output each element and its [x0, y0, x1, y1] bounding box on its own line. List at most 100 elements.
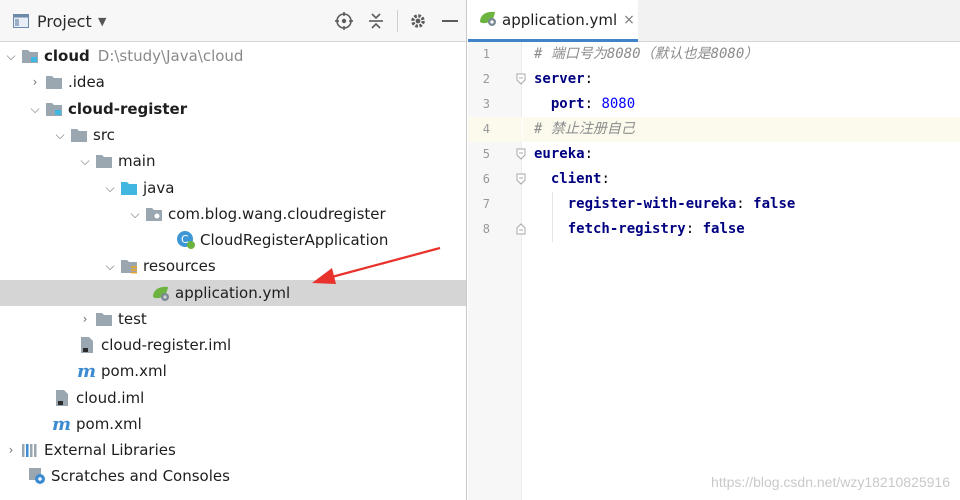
tree-item-path-hint: D:\study\Java\cloud — [97, 47, 244, 65]
libraries-icon — [20, 437, 40, 463]
yaml-number: 8080 — [601, 96, 636, 112]
line-number: 7 — [482, 197, 490, 211]
project-tool-window: Project ▼ ⌵ cloud D:\study\Java\cloud › … — [0, 0, 467, 500]
chevron-right-icon[interactable]: › — [76, 306, 94, 332]
chevron-down-icon[interactable]: ⌵ — [26, 96, 44, 122]
tree-item-label: pom.xml — [101, 362, 167, 380]
line-number: 1 — [482, 47, 490, 61]
tree-item-cloud-iml[interactable]: cloud.iml — [0, 385, 466, 411]
iml-file-icon — [52, 385, 72, 411]
line-number: 3 — [482, 97, 490, 111]
tree-item-label: main — [118, 152, 156, 170]
tree-item-label: External Libraries — [44, 441, 176, 459]
tree-item-external-libraries[interactable]: › External Libraries — [0, 437, 466, 463]
tree-item-label: application.yml — [175, 284, 291, 302]
code-line-7[interactable]: register-with-eureka: false — [523, 192, 960, 217]
tree-item-label: src — [93, 126, 115, 144]
yaml-boolean: false — [702, 221, 745, 237]
line-number: 4 — [482, 122, 490, 136]
yaml-colon: : — [736, 196, 754, 212]
code-line-4[interactable]: # 禁止注册自己 — [523, 117, 960, 142]
code-line-3[interactable]: port: 8080 — [523, 92, 960, 117]
tree-item-idea[interactable]: › .idea — [0, 69, 466, 95]
tree-item-cloud-register-iml[interactable]: cloud-register.iml — [0, 332, 466, 358]
tab-label: application.yml — [502, 10, 618, 29]
chevron-down-icon[interactable]: ⌵ — [126, 201, 144, 227]
indent-guide — [552, 192, 553, 217]
maven-icon: m — [52, 411, 72, 437]
project-window-icon — [13, 0, 29, 42]
watermark: https://blog.csdn.net/wzy18210825916 — [711, 474, 950, 490]
tree-item-pom-xml-root[interactable]: m pom.xml — [0, 411, 466, 437]
scratches-icon — [27, 463, 47, 489]
yaml-key: register-with-eureka — [567, 196, 737, 212]
chevron-down-icon[interactable]: ⌵ — [51, 122, 69, 148]
tree-item-java[interactable]: ⌵ java — [0, 175, 466, 201]
code-line-8[interactable]: fetch-registry: false — [523, 217, 960, 242]
minimize-icon[interactable] — [438, 0, 462, 42]
target-icon[interactable] — [332, 0, 356, 42]
yaml-comment: # 端口号为8080（默认也是8080） — [534, 46, 759, 62]
resources-folder-icon — [119, 253, 139, 279]
package-icon — [144, 201, 164, 227]
yaml-colon: : — [601, 171, 610, 187]
code-line-6[interactable]: client: — [523, 167, 960, 192]
maven-icon: m — [77, 358, 97, 384]
folder-icon — [44, 69, 64, 95]
code-line-5[interactable]: eureka: — [523, 142, 960, 167]
tree-item-package[interactable]: ⌵ com.blog.wang.cloudregister — [0, 201, 466, 227]
chevron-down-icon[interactable]: ⌵ — [101, 175, 119, 201]
project-view-selector[interactable]: Project — [37, 0, 92, 42]
code-line-1[interactable]: # 端口号为8080（默认也是8080） — [523, 42, 960, 67]
tree-item-src[interactable]: ⌵ src — [0, 122, 466, 148]
chevron-down-icon[interactable]: ⌵ — [2, 43, 20, 69]
folder-icon — [94, 148, 114, 174]
tree-item-main[interactable]: ⌵ main — [0, 148, 466, 174]
chevron-down-icon[interactable]: ⌵ — [76, 148, 94, 174]
module-folder-icon — [44, 96, 64, 122]
tree-item-label: cloud-register — [68, 100, 188, 118]
editor-tab-bar: application.yml × — [468, 0, 960, 42]
chevron-right-icon[interactable]: › — [26, 69, 44, 95]
yaml-colon: : — [584, 96, 602, 112]
code-line-2[interactable]: server: — [523, 67, 960, 92]
tree-item-label: com.blog.wang.cloudregister — [168, 205, 386, 223]
tree-item-label: pom.xml — [76, 415, 142, 433]
tree-item-label: cloud — [44, 47, 90, 65]
code-editor[interactable]: # 端口号为8080（默认也是8080） server: port: 8080 … — [523, 42, 960, 500]
tree-item-label: cloud.iml — [76, 389, 145, 407]
svg-text:m: m — [52, 415, 71, 433]
folder-icon — [94, 306, 114, 332]
tree-item-scratches[interactable]: Scratches and Consoles — [0, 463, 466, 489]
source-folder-icon — [119, 175, 139, 201]
tree-item-cloud-register[interactable]: ⌵ cloud-register — [0, 96, 466, 122]
spring-yaml-file-icon — [151, 280, 171, 306]
editor-gutter: 1 2 3 4 5 6 7 8 — [468, 42, 526, 500]
yaml-comment: # 禁止注册自己 — [534, 121, 635, 137]
close-icon[interactable]: × — [623, 12, 635, 28]
chevron-down-icon[interactable]: ▼ — [98, 0, 106, 42]
collapse-all-icon[interactable] — [364, 0, 388, 42]
gear-icon[interactable] — [406, 0, 430, 42]
tree-item-pom-xml[interactable]: m pom.xml — [0, 358, 466, 384]
project-header: Project ▼ — [0, 0, 466, 42]
yaml-key: server — [534, 71, 585, 87]
yaml-key: client — [550, 171, 602, 187]
yaml-key: eureka — [534, 146, 585, 162]
yaml-key: fetch-registry — [567, 221, 686, 237]
chevron-right-icon[interactable]: › — [2, 437, 20, 463]
yaml-boolean: false — [753, 196, 796, 212]
line-number: 6 — [482, 172, 490, 186]
iml-file-icon — [77, 332, 97, 358]
tree-item-cloud[interactable]: ⌵ cloud D:\study\Java\cloud — [0, 43, 466, 69]
indent-guide — [552, 217, 553, 242]
tree-item-label: test — [118, 310, 147, 328]
folder-icon — [69, 122, 89, 148]
yaml-colon: : — [584, 146, 594, 162]
chevron-down-icon[interactable]: ⌵ — [101, 253, 119, 279]
tree-item-test[interactable]: › test — [0, 306, 466, 332]
tab-application-yml[interactable]: application.yml × — [468, 0, 638, 42]
tree-item-label: cloud-register.iml — [101, 336, 232, 354]
tree-item-label: resources — [143, 257, 216, 275]
spring-boot-class-icon: C — [176, 227, 196, 253]
